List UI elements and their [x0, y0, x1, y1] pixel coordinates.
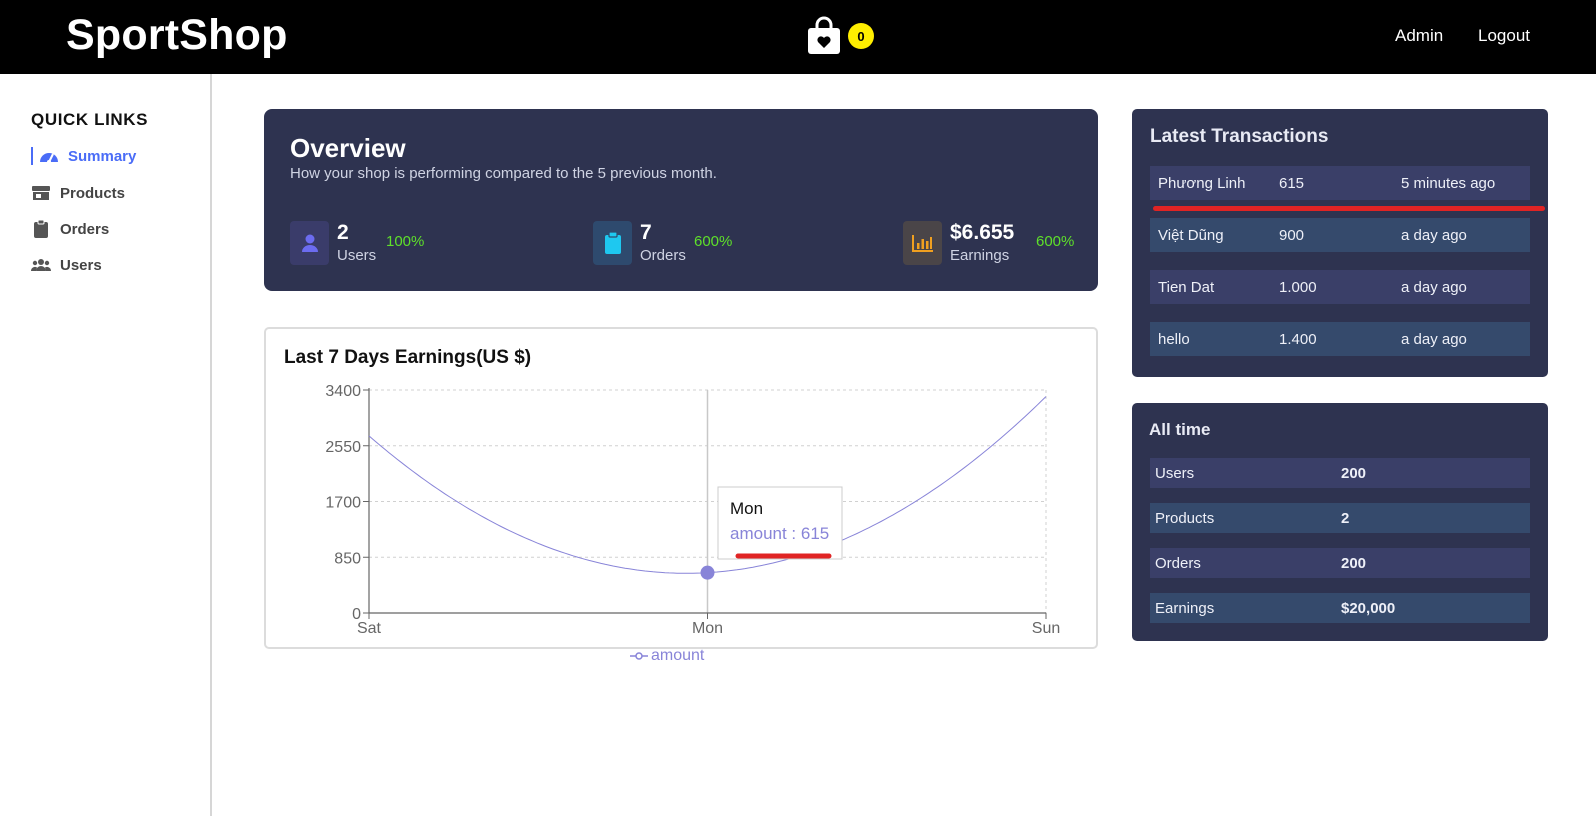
stat-change: 100%	[386, 233, 425, 250]
stat-change: 600%	[694, 233, 733, 250]
legend-line-icon	[630, 652, 648, 660]
all-time-row: Orders 200	[1150, 548, 1530, 578]
all-time-row: Earnings $20,000	[1150, 593, 1530, 623]
latest-transactions-card: Latest Transactions Phương Linh 615 5 mi…	[1132, 109, 1548, 377]
transaction-row[interactable]: Phương Linh 615 5 minutes ago	[1150, 166, 1530, 200]
all-time-title: All time	[1149, 420, 1211, 439]
stat-label: Earnings	[950, 247, 1010, 264]
logout-link[interactable]: Logout	[1478, 26, 1530, 46]
transaction-name: hello	[1158, 331, 1190, 348]
chart-legend[interactable]: amount	[630, 647, 704, 665]
clipboard-icon	[593, 221, 632, 265]
top-navbar: SportShop 0 Admin Logout	[0, 0, 1596, 74]
transaction-time: a day ago	[1401, 279, 1467, 296]
all-time-row: Products 2	[1150, 503, 1530, 533]
all-time-label: Products	[1155, 510, 1215, 527]
stat-value: 2	[337, 221, 349, 244]
all-time-label: Orders	[1155, 555, 1201, 572]
sidebar-item-orders[interactable]: Orders	[31, 217, 109, 241]
transaction-amount: 1.400	[1279, 331, 1317, 348]
stat-label: Users	[337, 247, 377, 264]
stat-value: 7	[640, 221, 652, 244]
transaction-time: a day ago	[1401, 227, 1467, 244]
gauge-icon	[39, 147, 59, 165]
transaction-amount: 1.000	[1279, 279, 1317, 296]
bar-chart-icon	[903, 221, 942, 265]
legend-label: amount	[651, 647, 705, 664]
all-time-value: $20,000	[1341, 600, 1396, 617]
brand-logo[interactable]: SportShop	[66, 11, 288, 60]
transaction-row[interactable]: hello 1.400 a day ago	[1150, 322, 1530, 356]
overview-title: Overview	[290, 133, 406, 163]
overview-card: Overview How your shop is performing com…	[264, 109, 1098, 291]
earnings-chart-card: Last 7 Days Earnings(US $)	[264, 327, 1098, 649]
sidebar-item-products[interactable]: Products	[31, 181, 125, 205]
stat-label: Orders	[640, 247, 686, 264]
sidebar-title: QUICK LINKS	[31, 110, 149, 129]
sidebar-item-summary[interactable]: Summary	[31, 144, 136, 168]
chart-title: Last 7 Days Earnings(US $)	[284, 347, 532, 368]
all-time-value: 200	[1341, 555, 1367, 572]
all-time-value: 200	[1341, 465, 1367, 482]
transactions-title: Latest Transactions	[1150, 126, 1329, 147]
transaction-time: a day ago	[1401, 331, 1467, 348]
users-icon	[31, 256, 51, 274]
sidebar-item-label: Orders	[60, 220, 110, 238]
all-time-row: Users 200	[1150, 458, 1530, 488]
shopping-bag-icon[interactable]	[806, 16, 842, 56]
stat-change: 600%	[1036, 233, 1075, 250]
all-time-value: 2	[1341, 510, 1350, 527]
transaction-row[interactable]: Tien Dat 1.000 a day ago	[1150, 270, 1530, 304]
cart-count-badge: 0	[848, 23, 874, 49]
transaction-amount: 900	[1279, 227, 1305, 244]
transaction-name: Phương Linh	[1158, 175, 1246, 192]
all-time-label: Users	[1155, 465, 1195, 482]
transaction-name: Tien Dat	[1158, 279, 1215, 296]
all-time-card: All time Users 200 Products 2 Orders 200…	[1132, 403, 1548, 641]
transaction-name: Việt Dũng	[1158, 227, 1224, 244]
highlight-underline	[1153, 206, 1545, 211]
sidebar-item-label: Users	[60, 256, 102, 274]
transaction-row[interactable]: Việt Dũng 900 a day ago	[1150, 218, 1530, 252]
sidebar-item-label: Summary	[68, 147, 137, 165]
sidebar-item-users[interactable]: Users	[31, 253, 102, 277]
transaction-time: 5 minutes ago	[1401, 175, 1496, 192]
store-icon	[31, 184, 51, 202]
sidebar-item-label: Products	[60, 184, 126, 202]
overview-subtitle: How your shop is performing compared to …	[290, 165, 717, 182]
transaction-amount: 615	[1279, 175, 1305, 192]
sidebar: QUICK LINKS Summary Products Orders User…	[0, 74, 212, 816]
stat-value: $6.655	[950, 221, 1015, 244]
all-time-label: Earnings	[1155, 600, 1215, 617]
clipboard-icon	[31, 220, 51, 238]
user-icon	[290, 221, 329, 265]
admin-link[interactable]: Admin	[1395, 26, 1443, 46]
